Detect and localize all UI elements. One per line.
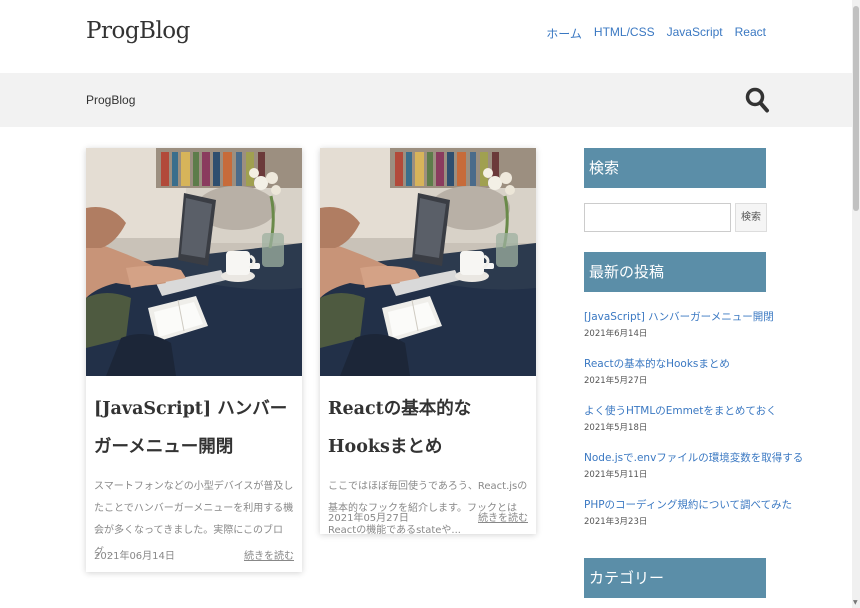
list-item: [JavaScript] ハンバーガーメニュー開閉 2021年6月14日 xyxy=(584,307,774,354)
nav-javascript[interactable]: JavaScript xyxy=(667,25,723,42)
list-item: Node.jsで.envファイルの環境変数を取得する 2021年5月11日 xyxy=(584,448,803,495)
read-more-link[interactable]: 続きを読む xyxy=(244,547,294,562)
search-widget-heading: 検索 xyxy=(584,148,766,188)
post-card[interactable]: [JavaScript] ハンバーガーメニュー開閉 スマートフォンなどの小型デバ… xyxy=(86,148,302,572)
search-input[interactable] xyxy=(584,203,731,232)
search-submit-button[interactable]: 検索 xyxy=(735,203,767,232)
post-title[interactable]: [JavaScript] ハンバーガーメニュー開閉 xyxy=(94,384,294,466)
nav-home[interactable]: ホーム xyxy=(546,25,582,42)
category-heading: カテゴリー xyxy=(584,558,766,598)
site-header: ProgBlog ホーム HTML/CSS JavaScript React xyxy=(0,0,852,73)
breadcrumb-bar: ProgBlog xyxy=(0,73,852,127)
post-title[interactable]: Reactの基本的なHooksまとめ xyxy=(328,384,528,466)
recent-post-date: 2021年5月11日 xyxy=(584,470,648,480)
list-item: PHPのコーディング規約について調べてみた 2021年3月23日 xyxy=(584,495,792,542)
scrollbar-thumb[interactable] xyxy=(853,6,859,211)
top-nav: ホーム HTML/CSS JavaScript React xyxy=(546,25,766,42)
list-item: Reactの基本的なHooksまとめ 2021年5月27日 xyxy=(584,354,774,401)
post-date: 2021年05月27日 xyxy=(328,513,409,524)
breadcrumb[interactable]: ProgBlog xyxy=(86,93,135,107)
recent-posts-heading: 最新の投稿 xyxy=(584,252,766,292)
vertical-scrollbar[interactable]: ▼ xyxy=(852,0,860,608)
recent-post-link[interactable]: よく使うHTMLのEmmetをまとめておく xyxy=(584,401,777,421)
recent-post-date: 2021年5月27日 xyxy=(584,376,648,386)
nav-react[interactable]: React xyxy=(735,25,766,42)
recent-posts-list: [JavaScript] ハンバーガーメニュー開閉 2021年6月14日 Rea… xyxy=(584,307,803,542)
recent-post-link[interactable]: [JavaScript] ハンバーガーメニュー開閉 xyxy=(584,307,774,327)
recent-post-link[interactable]: PHPのコーディング規約について調べてみた xyxy=(584,495,792,515)
recent-post-date: 2021年6月14日 xyxy=(584,329,648,339)
scroll-down-arrow-icon[interactable]: ▼ xyxy=(853,599,858,606)
post-thumbnail[interactable] xyxy=(86,148,302,376)
site-logo[interactable]: ProgBlog xyxy=(86,18,190,44)
post-card[interactable]: Reactの基本的なHooksまとめ ここではほぼ毎回使うであろう、React.… xyxy=(320,148,536,536)
nav-html-css[interactable]: HTML/CSS xyxy=(594,25,655,42)
recent-post-date: 2021年3月23日 xyxy=(584,517,648,527)
search-icon[interactable] xyxy=(744,86,770,114)
read-more-link[interactable]: 続きを読む xyxy=(478,509,528,524)
post-thumbnail[interactable] xyxy=(320,148,536,376)
recent-post-link[interactable]: Node.jsで.envファイルの環境変数を取得する xyxy=(584,448,803,468)
post-date: 2021年06月14日 xyxy=(94,551,175,562)
recent-post-date: 2021年5月18日 xyxy=(584,423,648,433)
recent-post-link[interactable]: Reactの基本的なHooksまとめ xyxy=(584,354,774,374)
list-item: よく使うHTMLのEmmetをまとめておく 2021年5月18日 xyxy=(584,401,777,448)
